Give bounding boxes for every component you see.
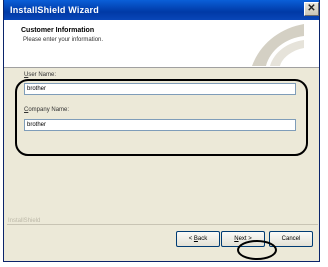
close-icon: ✕ (307, 3, 316, 14)
next-button-highlight-oval (237, 240, 277, 260)
user-name-label: User Name: (24, 72, 57, 78)
window-title: InstallShield Wizard (10, 5, 99, 15)
wizard-header: Customer Information Please enter your i… (4, 20, 319, 68)
header-title: Customer Information (21, 27, 95, 34)
installshield-brand: InstallShield (8, 218, 44, 224)
installshield-wizard-dialog: InstallShield Wizard ✕ Customer Informat… (3, 0, 320, 262)
wizard-swoosh-icon (252, 24, 304, 66)
fields-highlight-oval (15, 79, 308, 156)
close-button[interactable]: ✕ (304, 2, 319, 16)
header-subtitle: Please enter your information. (23, 37, 104, 43)
footer-divider (7, 224, 318, 225)
cancel-button[interactable]: Cancel (269, 231, 313, 247)
title-bar[interactable]: InstallShield Wizard ✕ (4, 0, 319, 20)
back-button[interactable]: < Back (176, 231, 220, 247)
